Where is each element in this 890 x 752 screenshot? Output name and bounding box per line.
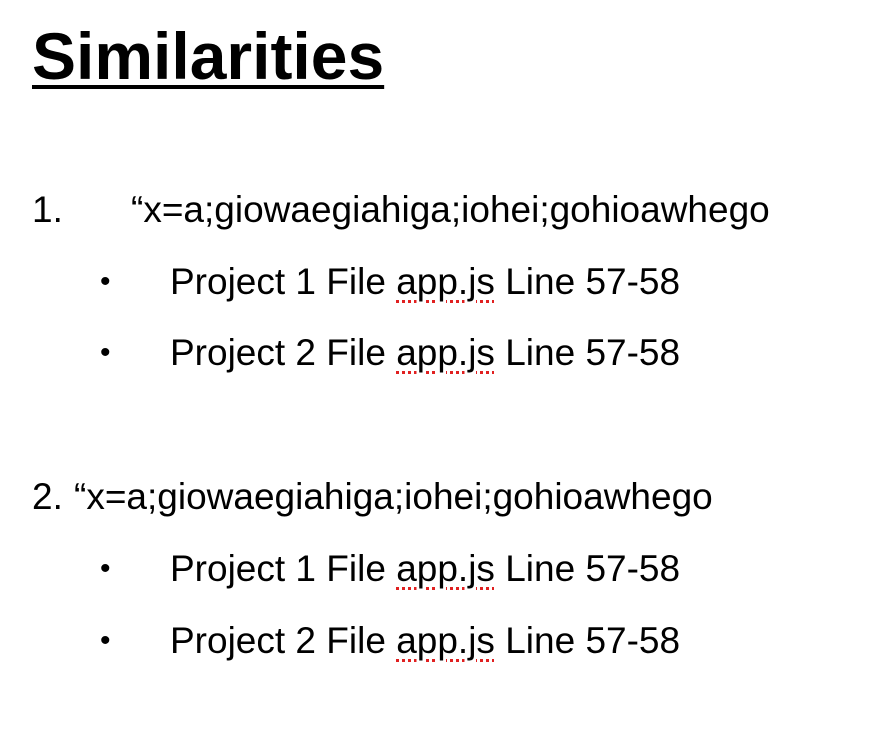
file-name: app.js (396, 620, 495, 661)
sub-list-item-text: Project 1 File app.js Line 57-58 (170, 547, 680, 591)
bullet-icon: • (100, 336, 111, 369)
document-page: Similarities 1. “x=a;giowaegiahiga;iohei… (0, 0, 890, 752)
text-prefix: Project 2 File (170, 332, 397, 373)
list-item-number: 2. (32, 476, 63, 517)
text-prefix: Project 1 File (170, 548, 397, 589)
bullet-icon: • (100, 265, 111, 298)
page-title: Similarities (32, 19, 385, 93)
file-name: app.js (396, 261, 495, 302)
text-suffix: Line 57-58 (494, 620, 681, 661)
list-item-number: 1. (32, 189, 63, 230)
sub-list-item-text: Project 2 File app.js Line 57-58 (170, 331, 680, 375)
list-item-quote: “x=a;giowaegiahiga;iohei;gohioawhego (131, 189, 770, 230)
bullet-icon: • (100, 552, 111, 585)
list-item-quote: “x=a;giowaegiahiga;iohei;gohioawhego (74, 476, 713, 517)
text-prefix: Project 1 File (170, 261, 397, 302)
sub-list-item-text: Project 1 File app.js Line 57-58 (170, 260, 680, 304)
text-suffix: Line 57-58 (494, 548, 681, 589)
sub-list-item-text: Project 2 File app.js Line 57-58 (170, 619, 680, 663)
file-name: app.js (396, 332, 495, 373)
text-suffix: Line 57-58 (494, 261, 681, 302)
text-prefix: Project 2 File (170, 620, 397, 661)
bullet-icon: • (100, 624, 111, 657)
file-name: app.js (396, 548, 495, 589)
text-suffix: Line 57-58 (494, 332, 681, 373)
